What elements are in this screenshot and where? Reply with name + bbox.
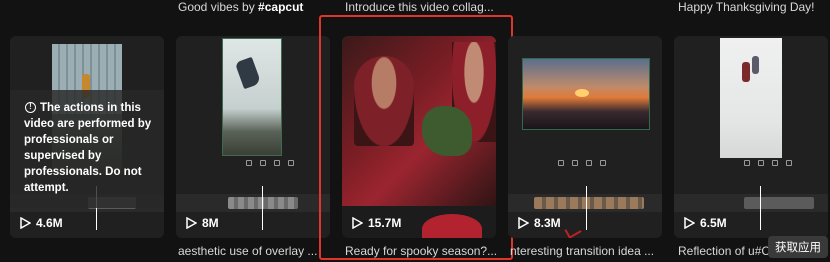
view-count: 6.5M: [684, 216, 727, 230]
video-thumbnail: [720, 38, 782, 158]
play-icon: [186, 217, 197, 229]
view-count: 8.3M: [518, 216, 561, 230]
play-icon: [684, 217, 695, 229]
video-card-5[interactable]: 6.5M: [674, 36, 828, 238]
content-warning-overlay: ! The actions in this video are performe…: [10, 90, 164, 208]
get-app-button[interactable]: 获取应用: [768, 236, 828, 258]
jumping-person-figure: [234, 56, 262, 90]
person-figure: [742, 62, 750, 82]
video-thumbnail: [222, 38, 282, 156]
top-caption-3[interactable]: Happy Thanksgiving Day!: [678, 0, 828, 16]
bottom-caption-3[interactable]: Ready for spooky season?...: [345, 244, 505, 260]
editor-controls: [744, 160, 792, 168]
video-card-4[interactable]: 8.3M: [508, 36, 662, 238]
timeline-playhead: [586, 186, 587, 230]
top-caption-1[interactable]: Good vibes by #capcut: [178, 0, 328, 16]
view-count: 8M: [186, 216, 219, 230]
editor-timeline: [508, 194, 662, 212]
editor-timeline: [674, 194, 828, 212]
timeline-playhead: [760, 186, 761, 230]
top-caption-2[interactable]: Introduce this video collag...: [345, 0, 505, 16]
bottom-caption-2[interactable]: aesthetic use of overlay ...: [178, 244, 328, 260]
red-arrow-annotation: [564, 223, 582, 238]
video-thumbnail: [522, 58, 650, 130]
selection-highlight: [319, 15, 513, 260]
timeline-playhead: [262, 186, 263, 230]
hashtag-link[interactable]: #capcut: [258, 0, 303, 14]
bottom-caption-4[interactable]: nteresting transition idea ...: [510, 244, 666, 260]
editor-controls: [246, 160, 294, 168]
video-card-1[interactable]: ! The actions in this video are performe…: [10, 36, 164, 238]
person-reflection: [752, 56, 759, 74]
video-card-2[interactable]: 8M: [176, 36, 330, 238]
content-warning-text: The actions in this video are performed …: [24, 102, 152, 194]
view-count: 4.6M: [20, 216, 63, 230]
editor-controls: [558, 160, 606, 168]
play-icon: [518, 217, 529, 229]
editor-timeline: [176, 194, 330, 212]
play-icon: [20, 217, 31, 229]
bottom-caption-5[interactable]: Reflection of u#C: [678, 244, 778, 260]
sunset-sun: [575, 89, 589, 97]
